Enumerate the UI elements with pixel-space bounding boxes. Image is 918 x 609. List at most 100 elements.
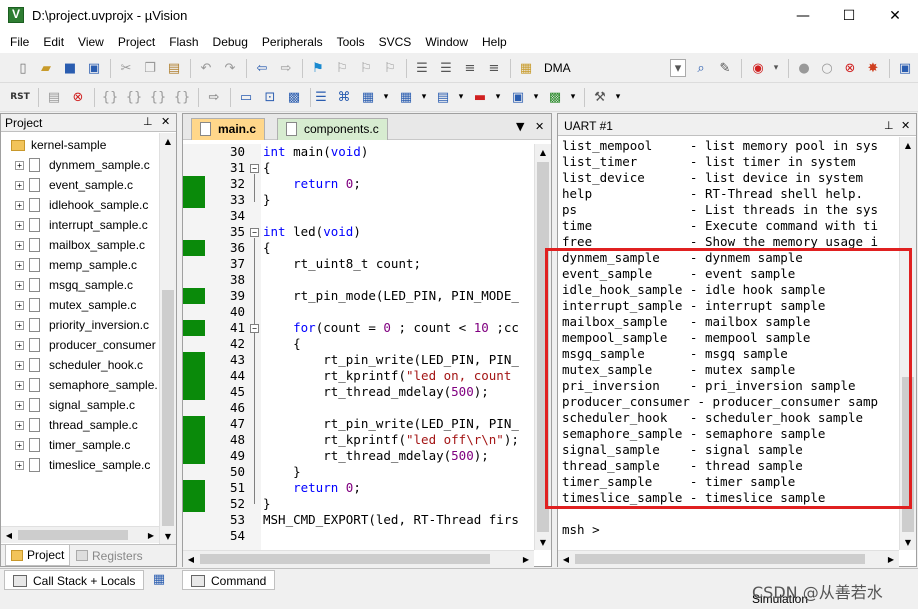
menu-help[interactable]: Help bbox=[475, 35, 514, 49]
expand-icon[interactable]: + bbox=[15, 300, 24, 310]
expand-icon[interactable]: + bbox=[15, 420, 24, 430]
menu-view[interactable]: View bbox=[71, 35, 111, 49]
system-viewer-icon[interactable]: ▩ bbox=[546, 88, 564, 106]
step-over-icon[interactable]: {} bbox=[125, 88, 143, 106]
tree-item-file[interactable]: + dynmem_sample.c bbox=[15, 156, 150, 174]
menu-tools[interactable]: Tools bbox=[330, 35, 372, 49]
new-file-icon[interactable]: ▯ bbox=[14, 59, 32, 77]
step-out-icon[interactable]: {} bbox=[149, 88, 167, 106]
fold-toggle-icon[interactable]: − bbox=[250, 324, 259, 333]
tree-item-file[interactable]: + mutex_sample.c bbox=[15, 296, 136, 314]
fold-toggle-icon[interactable]: − bbox=[250, 228, 259, 237]
dropdown-arrow-icon[interactable]: ▾ bbox=[670, 59, 686, 77]
tree-item-file[interactable]: + producer_consumer bbox=[15, 336, 156, 354]
debug-dropdown-icon[interactable]: ▾ bbox=[767, 59, 785, 77]
scroll-down-icon[interactable]: ▼ bbox=[160, 528, 176, 544]
scroll-thumb[interactable] bbox=[902, 377, 914, 532]
minimize-button[interactable]: — bbox=[780, 0, 826, 31]
expand-icon[interactable]: + bbox=[15, 180, 24, 190]
tree-item-file[interactable]: + signal_sample.c bbox=[15, 396, 135, 414]
menu-svcs[interactable]: SVCS bbox=[372, 35, 419, 49]
analysis-window-icon[interactable]: ▬ bbox=[471, 88, 489, 106]
run-icon[interactable]: ▤ bbox=[45, 88, 63, 106]
panel-close-icon[interactable]: ✕ bbox=[901, 119, 910, 132]
find-in-files-icon[interactable]: ▦ bbox=[517, 59, 535, 77]
expand-icon[interactable]: + bbox=[15, 200, 24, 210]
tab-call-stack-locals[interactable]: Call Stack + Locals bbox=[4, 570, 145, 590]
expand-icon[interactable]: + bbox=[15, 240, 24, 250]
watch-dropdown-icon[interactable]: ▾ bbox=[377, 88, 395, 106]
paste-icon[interactable]: ▤ bbox=[165, 59, 183, 77]
uart-output[interactable]: list_mempool - list memory pool in sys li… bbox=[562, 138, 901, 550]
scroll-right-icon[interactable]: ▶ bbox=[883, 551, 899, 567]
tree-item-file[interactable]: + thread_sample.c bbox=[15, 416, 138, 434]
stop-icon[interactable]: ⊗ bbox=[69, 88, 87, 106]
analysis-dropdown-icon[interactable]: ▾ bbox=[489, 88, 507, 106]
menu-peripherals[interactable]: Peripherals bbox=[255, 35, 330, 49]
menu-flash[interactable]: Flash bbox=[162, 35, 205, 49]
expand-icon[interactable]: + bbox=[15, 440, 24, 450]
scroll-down-icon[interactable]: ▼ bbox=[900, 534, 916, 550]
scroll-up-icon[interactable]: ▲ bbox=[160, 133, 176, 149]
tree-item-file[interactable]: + timeslice_sample.c bbox=[15, 456, 150, 474]
symbols-window-icon[interactable]: ▩ bbox=[285, 88, 303, 106]
tree-item-file[interactable]: + priority_inversion.c bbox=[15, 316, 149, 334]
tools-dropdown-icon[interactable]: ▾ bbox=[609, 88, 627, 106]
expand-icon[interactable]: + bbox=[15, 460, 24, 470]
expand-icon[interactable]: + bbox=[15, 380, 24, 390]
watch-window-icon[interactable]: ▦ bbox=[359, 88, 377, 106]
scroll-left-icon[interactable]: ◀ bbox=[1, 527, 17, 543]
scroll-left-icon[interactable]: ◀ bbox=[558, 551, 574, 567]
scroll-thumb[interactable] bbox=[162, 290, 174, 526]
save-icon[interactable]: ■ bbox=[61, 59, 79, 77]
expand-icon[interactable]: + bbox=[15, 340, 24, 350]
expand-icon[interactable]: + bbox=[15, 160, 24, 170]
command-window-icon[interactable]: ▭ bbox=[237, 88, 255, 106]
redo-icon[interactable]: ↷ bbox=[221, 59, 239, 77]
tab-registers[interactable]: Registers bbox=[71, 545, 148, 566]
uart-vertical-scrollbar[interactable]: ▲ ▼ bbox=[899, 137, 916, 550]
expand-icon[interactable]: + bbox=[15, 320, 24, 330]
menu-project[interactable]: Project bbox=[111, 35, 162, 49]
expand-icon[interactable]: + bbox=[15, 280, 24, 290]
bookmark-next-icon[interactable]: ⚐ bbox=[357, 59, 375, 77]
menu-debug[interactable]: Debug bbox=[206, 35, 255, 49]
breakpoint-insert-icon[interactable]: ● bbox=[795, 59, 813, 77]
call-stack-icon[interactable]: ⌘ bbox=[335, 88, 353, 106]
bookmark-clear-icon[interactable]: ⚐ bbox=[381, 59, 399, 77]
scroll-thumb[interactable] bbox=[18, 530, 128, 540]
breakpoint-kill-all-icon[interactable]: ✸ bbox=[864, 59, 882, 77]
menu-edit[interactable]: Edit bbox=[36, 35, 71, 49]
nav-back-icon[interactable]: ⇦ bbox=[253, 59, 271, 77]
memory-dropdown-icon[interactable]: ▾ bbox=[415, 88, 433, 106]
tab-main-c[interactable]: main.c bbox=[191, 118, 266, 140]
expand-icon[interactable]: + bbox=[15, 260, 24, 270]
tab-command[interactable]: Command bbox=[182, 570, 276, 590]
tree-item-file[interactable]: + event_sample.c bbox=[15, 176, 133, 194]
tree-item-file[interactable]: + timer_sample.c bbox=[15, 436, 130, 454]
project-tree-root[interactable]: kernel-sample bbox=[11, 136, 106, 154]
trace-dropdown-icon[interactable]: ▾ bbox=[527, 88, 545, 106]
open-file-icon[interactable]: ▰ bbox=[37, 59, 55, 77]
memory-window-icon[interactable]: ▦ bbox=[397, 88, 415, 106]
scroll-up-icon[interactable]: ▲ bbox=[535, 144, 551, 160]
indent-icon[interactable]: ☰ bbox=[413, 59, 431, 77]
scroll-thumb[interactable] bbox=[200, 554, 490, 564]
copy-icon[interactable]: ❐ bbox=[141, 59, 159, 77]
fold-toggle-icon[interactable]: − bbox=[250, 164, 259, 173]
bookmark-icon[interactable]: ⚑ bbox=[309, 59, 327, 77]
debug-session-icon[interactable]: ◉ bbox=[749, 59, 767, 77]
scroll-right-icon[interactable]: ▶ bbox=[518, 551, 534, 567]
project-vertical-scrollbar[interactable]: ▲ ▼ bbox=[159, 133, 176, 544]
editor-horizontal-scrollbar[interactable]: ◀ ▶ bbox=[183, 550, 534, 567]
menu-file[interactable]: File bbox=[3, 35, 36, 49]
menu-window[interactable]: Window bbox=[418, 35, 475, 49]
tree-item-file[interactable]: + semaphore_sample. bbox=[15, 376, 158, 394]
find-icon[interactable]: ⌕ bbox=[692, 59, 710, 77]
breakpoint-enable-icon[interactable]: ○ bbox=[818, 59, 836, 77]
incremental-find-icon[interactable]: ✎ bbox=[716, 59, 734, 77]
scroll-thumb[interactable] bbox=[575, 554, 865, 564]
memory-view-icon[interactable]: ▦ bbox=[150, 570, 168, 588]
scroll-down-icon[interactable]: ▼ bbox=[535, 534, 551, 550]
scroll-up-icon[interactable]: ▲ bbox=[900, 137, 916, 153]
